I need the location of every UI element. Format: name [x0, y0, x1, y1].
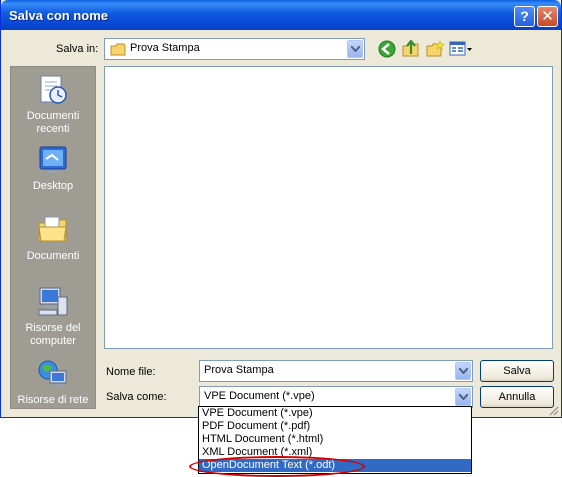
- save-as-dialog: Salva con nome ? ✕ Salva in: Prova Stamp…: [0, 0, 562, 418]
- place-label: Risorse del computer: [25, 322, 81, 347]
- filetype-label: Salva come:: [106, 391, 167, 403]
- network-icon: [38, 360, 67, 387]
- desktop-icon: [39, 146, 67, 173]
- filetype-option-pdf[interactable]: PDF Document (*.pdf): [199, 420, 471, 433]
- title-bar[interactable]: Salva con nome ? ✕: [1, 0, 561, 30]
- annotation-ellipse: [189, 456, 365, 477]
- filename-value: Prova Stampa: [204, 364, 274, 376]
- place-label: Risorse di rete: [17, 394, 89, 406]
- filetype-option-html[interactable]: HTML Document (*.html): [199, 433, 471, 446]
- back-icon[interactable]: [377, 40, 397, 58]
- chevron-down-icon[interactable]: [455, 388, 471, 406]
- folder-icon: [110, 43, 126, 56]
- view-menu-icon[interactable]: [449, 40, 473, 58]
- cancel-button[interactable]: Annulla: [480, 386, 554, 408]
- help-button[interactable]: ?: [514, 6, 535, 27]
- close-button[interactable]: ✕: [537, 6, 558, 27]
- place-network[interactable]: Risorse di rete: [11, 357, 95, 407]
- dialog-title: Salva con nome: [9, 8, 108, 23]
- filename-label: Nome file:: [106, 366, 156, 378]
- save-in-combo[interactable]: Prova Stampa: [104, 38, 365, 60]
- filetype-option-vpe[interactable]: VPE Document (*.vpe): [199, 407, 471, 420]
- place-label: Desktop: [32, 180, 74, 192]
- place-desktop[interactable]: Desktop: [11, 143, 95, 193]
- up-folder-icon[interactable]: [401, 40, 421, 58]
- place-documents[interactable]: Documenti: [11, 213, 95, 263]
- file-list[interactable]: [104, 66, 553, 349]
- documents-folder-icon: [38, 216, 67, 242]
- filename-field[interactable]: Prova Stampa: [199, 360, 473, 382]
- place-label: Documenti: [26, 250, 80, 262]
- save-in-label: Salva in:: [56, 43, 99, 55]
- chevron-down-icon[interactable]: [455, 362, 471, 380]
- place-recent-documents[interactable]: Documenti recenti: [11, 73, 95, 136]
- filetype-value: VPE Document (*.vpe): [204, 390, 315, 402]
- recent-documents-icon: [40, 75, 67, 104]
- filetype-select[interactable]: VPE Document (*.vpe): [199, 386, 473, 408]
- place-label: Documenti recenti: [26, 110, 80, 135]
- place-my-computer[interactable]: Risorse del computer: [11, 285, 95, 348]
- chevron-down-icon[interactable]: [347, 40, 363, 58]
- save-button[interactable]: Salva: [480, 360, 554, 382]
- my-computer-icon: [38, 287, 68, 316]
- places-bar: Documenti recenti Desktop Documenti Riso…: [10, 66, 96, 409]
- resize-grip-icon[interactable]: [547, 404, 559, 416]
- save-in-value: Prova Stampa: [130, 42, 200, 54]
- new-folder-icon[interactable]: [425, 40, 445, 58]
